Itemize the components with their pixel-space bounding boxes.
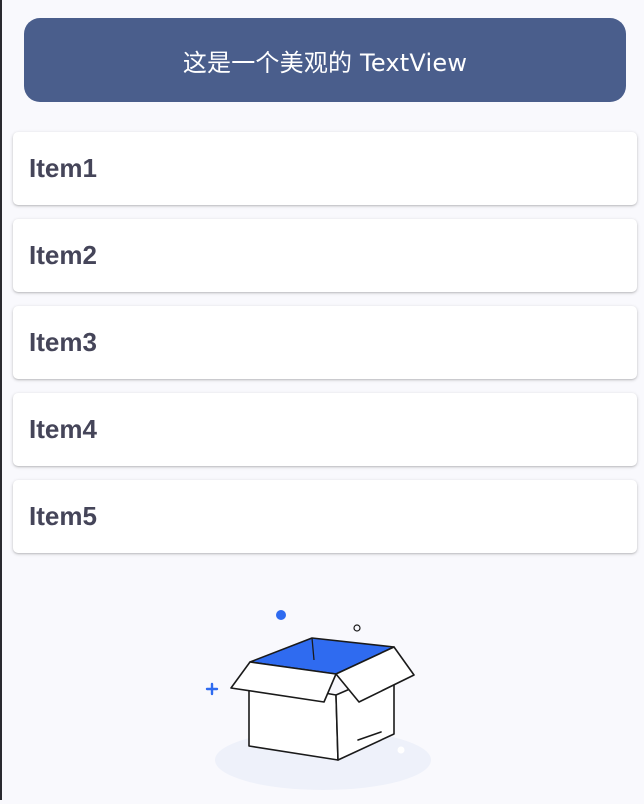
list-item-1[interactable]: Item1 (13, 132, 637, 205)
item-list: Item1 Item2 Item3 Item4 Item5 (13, 132, 637, 567)
header-title: 这是一个美观的 TextView (182, 48, 468, 77)
list-item-label: Item5 (29, 501, 97, 531)
list-item-label: Item3 (29, 327, 97, 357)
list-item-label: Item2 (29, 240, 97, 270)
list-item-2[interactable]: Item2 (13, 219, 637, 292)
list-item-label: Item1 (29, 153, 97, 183)
list-item-5[interactable]: Item5 (13, 480, 637, 553)
empty-state-illustration (198, 600, 438, 800)
empty-box-icon (205, 610, 431, 790)
list-item-label: Item4 (29, 414, 97, 444)
header-banner: 这是一个美观的 TextView (24, 18, 626, 102)
list-item-3[interactable]: Item3 (13, 306, 637, 379)
list-item-4[interactable]: Item4 (13, 393, 637, 466)
